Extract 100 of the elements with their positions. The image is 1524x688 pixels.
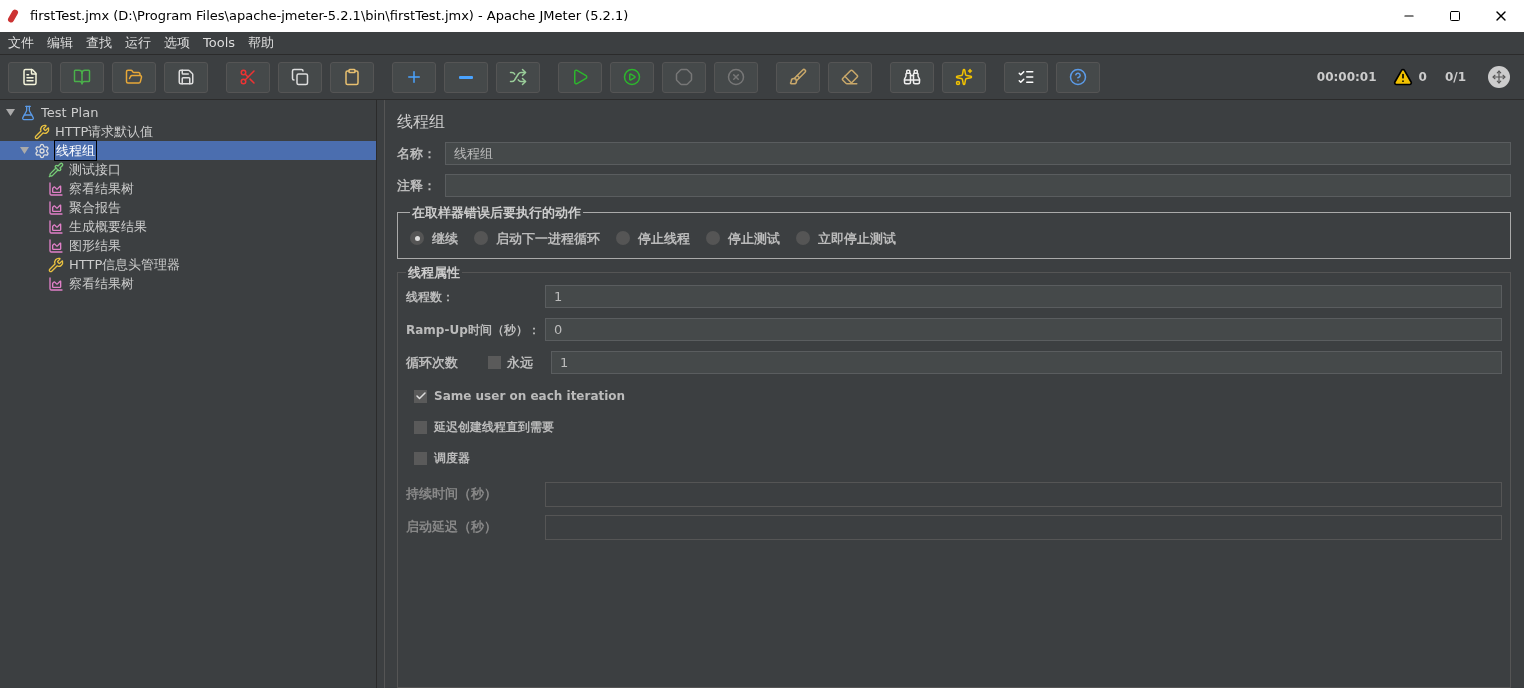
tree-item[interactable]: HTTP信息头管理器 <box>68 254 182 275</box>
chart-icon <box>48 237 64 254</box>
binoculars-button[interactable] <box>890 61 934 93</box>
templates-button[interactable] <box>60 61 104 93</box>
radio-button[interactable] <box>796 231 810 246</box>
play-icon <box>571 68 589 86</box>
comment-field[interactable] <box>445 174 1511 197</box>
field-label: 线程数： <box>406 288 455 306</box>
templates-icon <box>73 68 91 86</box>
tree-item[interactable]: 聚合报告 <box>68 197 122 218</box>
number-field[interactable]: 1 <box>545 285 1502 308</box>
tree-item[interactable]: 线程组 <box>54 139 97 162</box>
plus-button[interactable] <box>392 61 436 93</box>
shuffle-button[interactable] <box>496 61 540 93</box>
maximize-icon <box>1449 10 1461 22</box>
sparkles-button[interactable] <box>942 61 986 93</box>
radio-label: 停止测试 <box>728 229 780 248</box>
radio-button[interactable] <box>474 231 488 246</box>
radio-label: 继续 <box>432 229 458 248</box>
help-button[interactable] <box>1056 61 1100 93</box>
open-folder-button[interactable] <box>112 61 156 93</box>
chart-icon <box>48 180 64 197</box>
radio-button[interactable] <box>410 231 424 246</box>
chart-icon <box>48 199 64 216</box>
name-field[interactable]: 线程组 <box>445 142 1511 165</box>
thread-count: 0/1 <box>1444 69 1466 86</box>
tree-item[interactable]: 测试接口 <box>68 159 122 180</box>
menu-item[interactable]: 编辑 <box>47 33 73 53</box>
binoculars-icon <box>903 68 921 86</box>
checkbox[interactable] <box>414 389 427 403</box>
x-circle-button[interactable] <box>714 61 758 93</box>
menu-item[interactable]: 帮助 <box>248 33 275 53</box>
field-label: 启动延迟（秒） <box>406 518 498 537</box>
menu-item[interactable]: 文件 <box>8 33 34 53</box>
eraser-button[interactable] <box>828 61 872 93</box>
tree-item[interactable]: Test Plan <box>40 102 100 123</box>
save-button[interactable] <box>164 61 208 93</box>
cut-button[interactable] <box>226 61 270 93</box>
checkbox[interactable] <box>414 420 427 434</box>
radio-button[interactable] <box>706 231 720 246</box>
help-icon <box>1069 68 1087 86</box>
menu-item[interactable]: 运行 <box>125 33 151 53</box>
check-icon <box>414 390 427 402</box>
checkbox[interactable] <box>488 356 501 369</box>
checkbox-label: Same user on each iteration <box>434 388 626 405</box>
number-field[interactable] <box>545 514 1502 540</box>
group-title: 在取样器错误后要执行的动作 <box>411 204 582 222</box>
expand-button[interactable] <box>1488 66 1510 88</box>
paste-icon <box>343 68 361 86</box>
collapse-triangle-icon[interactable] <box>20 146 29 155</box>
stop-button[interactable] <box>662 61 706 93</box>
number-field[interactable] <box>545 481 1502 507</box>
cut-icon <box>239 68 257 86</box>
play-button[interactable] <box>558 61 602 93</box>
menu-item[interactable]: 选项 <box>164 33 190 53</box>
plus-icon <box>405 68 423 86</box>
window-title: firstTest.jmx (D:\Program Files\apache-jmeter-5.2.1\bin\firstTest.jmx) - Apache JMeter (5.2.1) <box>30 7 629 26</box>
checkbox-label: 调度器 <box>434 450 470 467</box>
list-button[interactable] <box>1004 61 1048 93</box>
tree-item[interactable]: 图形结果 <box>68 235 122 256</box>
checkbox-label: 永远 <box>507 353 534 372</box>
wrench-icon <box>34 123 50 140</box>
field-label: 名称： <box>397 144 437 163</box>
field-label: 注释： <box>397 176 437 195</box>
eraser-icon <box>841 68 859 86</box>
tree-item[interactable]: HTTP请求默认值 <box>54 121 155 142</box>
open-folder-icon <box>125 68 143 86</box>
checkbox[interactable] <box>414 451 427 465</box>
minus-button[interactable] <box>444 61 488 93</box>
field-label: 循环次数 <box>406 353 459 372</box>
move-arrows-icon <box>1492 70 1506 84</box>
x-circle-icon <box>727 68 745 86</box>
sparkles-icon <box>955 68 973 86</box>
tree-item[interactable]: 察看结果树 <box>68 273 135 294</box>
copy-button[interactable] <box>278 61 322 93</box>
brush-icon <box>789 68 807 86</box>
checkbox-label: 延迟创建线程直到需要 <box>434 419 554 436</box>
number-field[interactable]: 0 <box>545 318 1502 341</box>
elapsed-time: 00:00:01 <box>1316 69 1377 86</box>
gear-icon <box>34 142 50 159</box>
number-field[interactable]: 1 <box>551 351 1502 374</box>
pipette-icon <box>48 161 64 178</box>
tree-item[interactable]: 察看结果树 <box>68 178 135 199</box>
menu-item[interactable]: 查找 <box>86 33 112 53</box>
copy-icon <box>291 68 309 86</box>
wrench-icon <box>48 256 64 273</box>
chart-icon <box>48 218 64 235</box>
collapse-triangle-icon[interactable] <box>6 108 15 117</box>
brush-button[interactable] <box>776 61 820 93</box>
play-circle-button[interactable] <box>610 61 654 93</box>
minus-icon <box>459 75 473 79</box>
radio-button[interactable] <box>616 231 630 246</box>
play-circle-icon <box>623 68 641 86</box>
tree-item[interactable]: 生成概要结果 <box>68 216 148 237</box>
new-file-icon <box>21 68 39 86</box>
menu-item[interactable]: Tools <box>203 33 236 53</box>
paste-button[interactable] <box>330 61 374 93</box>
save-icon <box>177 68 195 86</box>
stop-icon <box>675 68 693 86</box>
new-file-button[interactable] <box>8 61 52 93</box>
